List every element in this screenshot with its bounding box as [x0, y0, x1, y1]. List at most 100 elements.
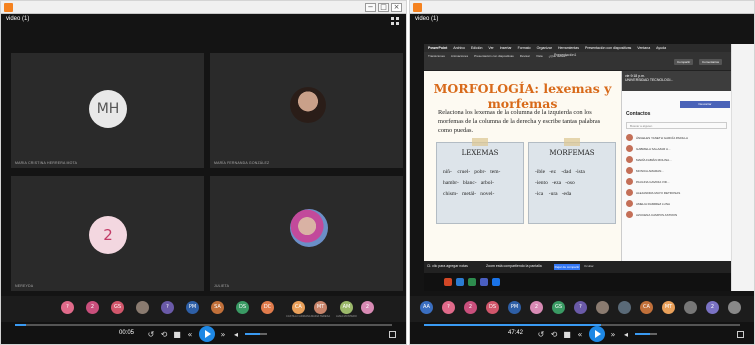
contact-row[interactable]: AZUCENA CAMPOS ASTRON [622, 209, 731, 220]
word-icon[interactable] [456, 278, 464, 286]
participant-thumb[interactable] [618, 301, 631, 317]
menu-item[interactable]: Herramientas [558, 46, 579, 50]
fullscreen-icon[interactable] [737, 331, 744, 338]
tape-decoration [564, 138, 580, 146]
contacts-search[interactable]: Buscar a alguien [626, 122, 727, 129]
volume-slider[interactable] [245, 333, 267, 335]
contact-row[interactable]: ÁNGELES YANETH GARCÍA PADILLA [622, 132, 731, 143]
fast-forward-icon[interactable]: » [218, 330, 228, 339]
participant-thumb[interactable]: 2 [361, 301, 374, 317]
participant-thumb[interactable]: DC [261, 301, 274, 317]
avatar: ? [161, 301, 174, 314]
grid-view-icon[interactable] [391, 17, 399, 25]
menu-item[interactable]: Organizar [537, 46, 552, 50]
participant-thumb[interactable]: 2 [464, 301, 477, 317]
ribbon-tab[interactable]: Presentación con diapositivas [474, 54, 514, 58]
excel-icon[interactable] [468, 278, 476, 286]
comments-button[interactable]: Comentarios [699, 59, 723, 65]
teams-icon[interactable] [480, 278, 488, 286]
participant-thumb[interactable]: AM ALMA MONTERO [336, 301, 357, 318]
volume-icon[interactable]: ◂ [621, 330, 631, 339]
minimize-icon[interactable]: − [365, 3, 376, 12]
participant-thumb[interactable]: CA CASTILLO ADRIANA [286, 301, 311, 318]
menu-item[interactable]: Insertar [500, 46, 512, 50]
ribbon-tab[interactable]: Transiciones [428, 54, 445, 58]
repeat-icon[interactable]: ⟲ [159, 330, 169, 339]
menu-item[interactable]: PowerPoint [428, 46, 447, 50]
menu-item[interactable]: Presentación con diapositivas [585, 46, 631, 50]
menu-item[interactable]: Ver [488, 46, 493, 50]
participant-thumb[interactable]: CA [640, 301, 653, 317]
menu-item[interactable]: Ayuda [656, 46, 666, 50]
progress-fill [15, 324, 27, 326]
participant-thumb[interactable]: MT MARIA TERESA [311, 301, 330, 318]
contact-row[interactable]: MONICA AMARAN... [622, 165, 731, 176]
avatar: 2 [361, 301, 374, 314]
participant-thumb[interactable]: 2 [86, 301, 99, 317]
contacts-header: Contactos [626, 111, 651, 117]
menu-item[interactable]: Ventana [637, 46, 650, 50]
participant-thumb[interactable]: 2 [530, 301, 543, 317]
loop-icon[interactable]: ↺ [146, 330, 156, 339]
loop-icon[interactable]: ↺ [536, 330, 546, 339]
volume-slider[interactable] [635, 333, 657, 335]
stop-icon[interactable]: ■ [562, 330, 572, 339]
participant-thumb[interactable] [136, 301, 149, 317]
contact-row[interactable]: PAULINA GAVIDIA VID... [622, 176, 731, 187]
close-icon[interactable]: × [391, 3, 402, 12]
participant-thumb[interactable]: GS [111, 301, 124, 317]
contact-row[interactable]: ALEJANDRA MAYO RETROSAS [622, 187, 731, 198]
participant-thumb[interactable]: ? [442, 301, 455, 317]
fast-forward-icon[interactable]: » [608, 330, 618, 339]
participant-name: NEREYDA [15, 284, 34, 288]
participant-thumb[interactable]: MT [662, 301, 675, 317]
participant-strip: ? 2 GS? PM SA DS DC CA CASTILLO ADRIANA MT MARIA T… [1, 296, 406, 324]
ribbon-tab[interactable]: Revisar [520, 54, 530, 58]
repeat-icon[interactable]: ⟲ [549, 330, 559, 339]
menu-item[interactable]: Formato [518, 46, 531, 50]
ribbon-tab[interactable]: Animaciones [451, 54, 468, 58]
participant-thumb[interactable]: DS [486, 301, 499, 317]
progress-bar[interactable] [424, 324, 740, 326]
participant-thumb[interactable]: ? [61, 301, 74, 317]
contact-row[interactable]: AMELIA RAMIREZ LUNA [622, 198, 731, 209]
rewind-icon[interactable]: « [575, 330, 585, 339]
hide-button[interactable]: Ocultar [584, 264, 594, 268]
play-button[interactable] [199, 326, 215, 342]
menu-item[interactable]: Archivo [453, 46, 465, 50]
participant-thumb[interactable] [596, 301, 609, 317]
play-button[interactable] [589, 326, 605, 342]
avatar: GS [552, 301, 565, 314]
participant-thumb[interactable]: 2 [706, 301, 719, 317]
contact-row[interactable]: MARÍA FABIÁN MOLINA... [622, 154, 731, 165]
participant-thumb[interactable]: DS [236, 301, 249, 317]
participant-thumb[interactable]: ? [574, 301, 587, 317]
maximize-icon[interactable]: □ [378, 3, 389, 12]
contact-row[interactable]: GABRIELA SALAZAR A... [622, 143, 731, 154]
tape-decoration [472, 138, 488, 146]
dismiss-button[interactable]: Descartar [680, 101, 730, 108]
participant-thumb[interactable] [728, 301, 741, 317]
fullscreen-icon[interactable] [389, 331, 396, 338]
avatar: 2 [706, 301, 719, 314]
contacts-list: ÁNGELES YANETH GARCÍA PADILLA GABRIELA SA… [622, 132, 731, 220]
participant-thumb[interactable]: GS [552, 301, 565, 317]
participant-thumb[interactable]: PM [186, 301, 199, 317]
zoom-icon[interactable] [492, 278, 500, 286]
participant-thumb[interactable]: SA [211, 301, 224, 317]
participant-thumb[interactable]: PM [508, 301, 521, 317]
share-button[interactable]: Compartir [674, 59, 694, 65]
menu-item[interactable]: Edición [471, 46, 482, 50]
powerpoint-icon[interactable] [444, 278, 452, 286]
rewind-icon[interactable]: « [185, 330, 195, 339]
participant-thumb[interactable] [684, 301, 697, 317]
stop-icon[interactable]: ■ [172, 330, 182, 339]
stop-share-button[interactable]: Dejar de compartir [554, 264, 580, 270]
avatar [626, 134, 633, 141]
ribbon-tab[interactable]: Vista [536, 54, 543, 58]
avatar [290, 209, 328, 247]
participant-thumb[interactable]: ? [161, 301, 174, 317]
volume-icon[interactable]: ◂ [231, 330, 241, 339]
participant-name: ALMA MONTERO [336, 315, 357, 318]
participant-thumb[interactable]: AA [420, 301, 433, 317]
